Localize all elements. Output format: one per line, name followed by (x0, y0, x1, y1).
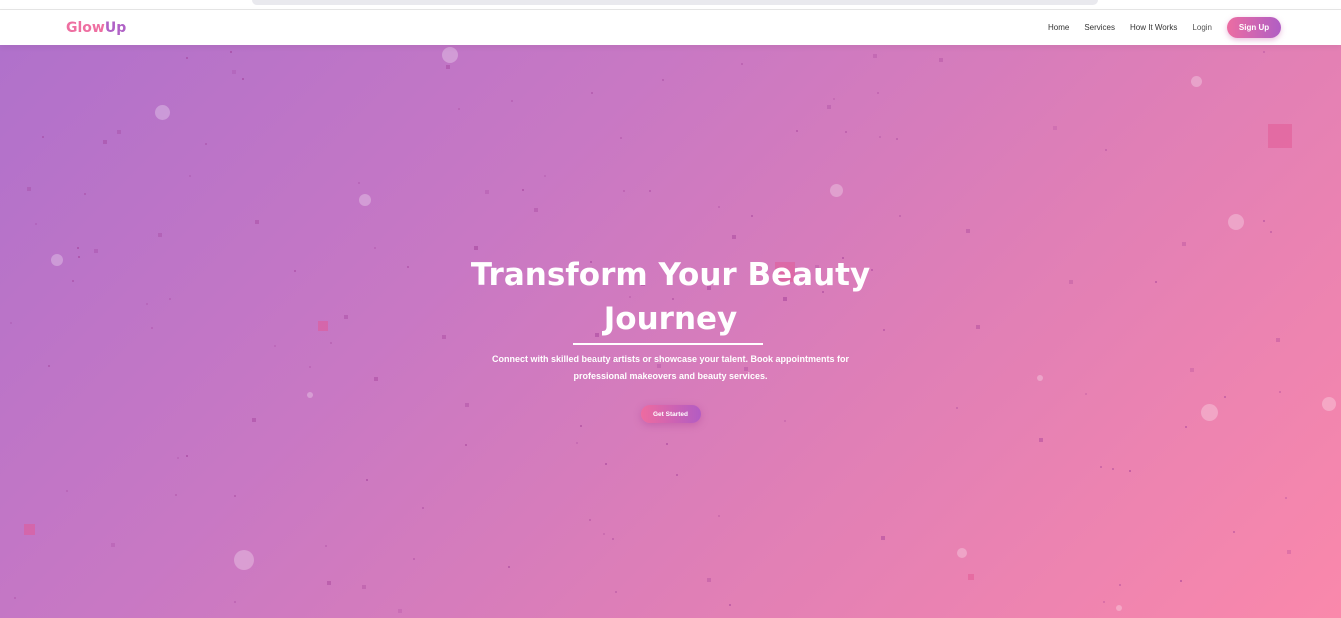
hero-subtitle: Connect with skilled beauty artists or s… (491, 354, 850, 381)
nav-link-login[interactable]: Login (1192, 23, 1212, 32)
nav-link-services[interactable]: Services (1084, 23, 1115, 32)
logo-part-up: Up (104, 19, 127, 36)
hero-content: Transform Your Beauty Journey Connect wi… (0, 45, 1341, 618)
signup-button-label: Sign Up (1238, 23, 1270, 32)
hero-title: Transform Your Beauty Journey (470, 257, 871, 337)
title-underline (573, 343, 763, 345)
browser-address-bar[interactable] (252, 0, 1098, 5)
nav-links: Home Services How It Works Login Sign Up (1048, 17, 1281, 38)
logo-part-glow: Glow (66, 19, 105, 36)
get-started-button[interactable]: Get Started (640, 405, 701, 423)
nav-link-home[interactable]: Home (1048, 23, 1069, 32)
browser-top-strip (0, 0, 1341, 10)
logo[interactable]: GlowUp (66, 20, 126, 36)
navbar: GlowUp Home Services How It Works Login … (0, 10, 1341, 45)
hero-section: Transform Your Beauty Journey Connect wi… (0, 45, 1341, 618)
signup-button[interactable]: Sign Up (1227, 17, 1281, 38)
nav-link-how-it-works[interactable]: How It Works (1130, 23, 1177, 32)
